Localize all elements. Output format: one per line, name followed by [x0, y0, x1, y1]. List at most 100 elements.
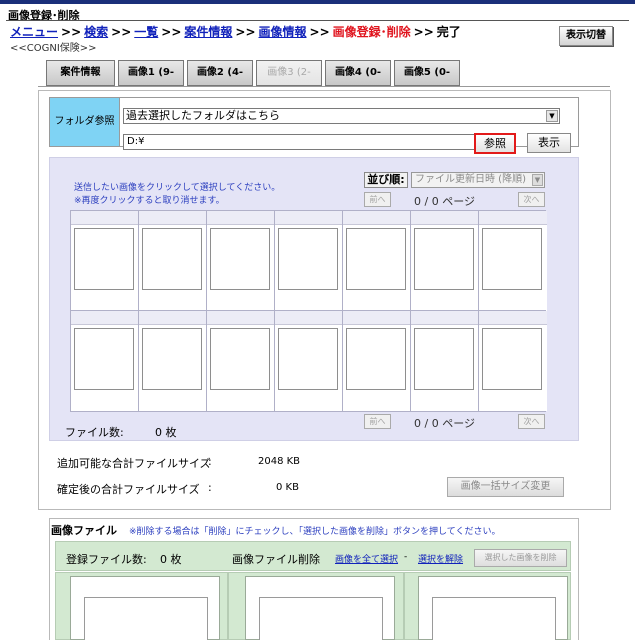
thumbnail-cell[interactable]	[207, 211, 275, 311]
thumbnail-header	[479, 211, 547, 225]
tab-image-4[interactable]: 画像4 (0-0)	[325, 60, 391, 102]
select-hint: 送信したい画像をクリックして選択してください。	[74, 183, 281, 193]
tab-case-info[interactable]: 案件情報	[46, 60, 115, 86]
thumbnail-cell[interactable]	[411, 211, 479, 311]
deselect-link[interactable]: 選択を解除	[418, 552, 463, 565]
registered-file-slot[interactable]	[70, 576, 220, 640]
tab-image-2[interactable]: 画像2 (4-1)	[187, 60, 253, 102]
registered-file-slot[interactable]	[245, 576, 395, 640]
breadcrumb-separator: >>	[61, 25, 82, 39]
registered-file-frame	[432, 597, 556, 640]
next-page-button[interactable]: 次へ	[518, 192, 545, 207]
title-divider	[6, 20, 629, 21]
chevron-down-icon[interactable]: ▼	[532, 174, 543, 186]
thumbnail-frame	[414, 228, 474, 290]
folder-label: フォルダ参照	[50, 98, 120, 146]
addable-size-label: 追加可能な合計ファイルサイズ	[57, 457, 211, 470]
folder-history-select[interactable]: 過去選択したフォルダはこちら ▼	[123, 108, 560, 124]
pager-bottom: 前へ 0 / 0 ページ 次へ	[364, 414, 545, 430]
confirmed-size-label: 確定後の合計ファイルサイズ	[57, 483, 200, 496]
prev-page-button[interactable]: 前へ	[364, 192, 391, 207]
tabs-divider	[38, 86, 610, 87]
breadcrumb-search-link[interactable]: 検索	[84, 25, 108, 39]
thumbnail-frame	[142, 328, 202, 390]
thumbnail-cell[interactable]	[139, 211, 207, 311]
thumbnail-cell[interactable]	[479, 311, 547, 411]
confirmed-size-value: 0 KB	[276, 482, 299, 493]
thumbnail-frame	[278, 328, 338, 390]
addable-size-colon: :	[208, 455, 212, 468]
thumbnail-cell[interactable]	[343, 311, 411, 411]
thumbnail-cell[interactable]	[71, 311, 139, 411]
thumbnail-cell[interactable]	[275, 211, 343, 311]
page-indicator: 0 / 0 ページ	[414, 195, 475, 208]
tab-image-1[interactable]: 画像1 (9-1)	[118, 60, 184, 102]
thumbnail-frame	[142, 228, 202, 290]
breadcrumb-image-info-link[interactable]: 画像情報	[259, 25, 307, 39]
delete-selected-button[interactable]: 選択した画像を削除	[474, 549, 567, 567]
chevron-down-icon[interactable]: ▼	[546, 110, 558, 122]
thumbnail-header	[71, 311, 138, 325]
thumbnail-frame	[346, 328, 406, 390]
thumbnail-cell[interactable]	[71, 211, 139, 311]
page-indicator: 0 / 0 ページ	[414, 417, 475, 430]
thumbnail-cell[interactable]	[207, 311, 275, 411]
thumbnail-header	[207, 311, 274, 325]
thumbnail-frame	[414, 328, 474, 390]
thumbnail-frame	[210, 328, 270, 390]
company-subtitle: <<COGNI保険>>	[10, 43, 97, 54]
thumbnail-cell[interactable]	[343, 211, 411, 311]
next-page-button[interactable]: 次へ	[518, 414, 545, 429]
select-all-link[interactable]: 画像を全て選択	[335, 552, 398, 565]
tab-image-5[interactable]: 画像5 (0-0)	[394, 60, 460, 102]
thumbnail-frame	[482, 328, 542, 390]
show-button[interactable]: 表示	[527, 133, 571, 153]
pager-top: 前へ 0 / 0 ページ 次へ	[364, 192, 545, 208]
file-slot-divider	[403, 572, 405, 640]
image-tabs: 案件情報 画像1 (9-1) 画像2 (4-1) 画像3 (2-0) 画像4 (…	[46, 60, 463, 102]
sort-order-label: 並び順:	[364, 172, 408, 188]
cancel-hint: ※再度クリックすると取り消せます。	[74, 196, 225, 206]
thumbnail-frame	[278, 228, 338, 290]
thumbnail-cell[interactable]	[479, 211, 547, 311]
thumbnail-cell[interactable]	[275, 311, 343, 411]
tab-image-3[interactable]: 画像3 (2-0)	[256, 60, 322, 102]
registered-file-slot[interactable]	[418, 576, 568, 640]
thumbnail-cell[interactable]	[139, 311, 207, 411]
thumbnail-header	[411, 311, 478, 325]
prev-page-button[interactable]: 前へ	[364, 414, 391, 429]
bulk-resize-button[interactable]: 画像一括サイズ変更	[447, 477, 564, 497]
file-slot-divider	[227, 572, 229, 640]
display-toggle-button[interactable]: 表示切替	[559, 26, 613, 46]
thumbnail-header	[139, 311, 206, 325]
thumbnail-frame	[482, 228, 542, 290]
folder-path-input[interactable]: D:¥	[123, 134, 510, 150]
breadcrumb-separator: >>	[111, 25, 132, 39]
thumbnail-header	[411, 211, 478, 225]
delete-instruction-note: ※削除する場合は「削除」にチェックし、「選択した画像を削除」ボタンを押してくださ…	[129, 527, 501, 537]
breadcrumb: メニュー >> 検索 >> 一覧 >> 案件情報 >> 画像情報 >> 画像登録･削除 >> 完了	[10, 23, 461, 40]
file-count-value: 0 枚	[155, 426, 177, 439]
thumbnail-header	[479, 311, 547, 325]
thumbnail-row	[70, 310, 547, 412]
thumbnail-header	[343, 211, 410, 225]
addable-size-value: 2048 KB	[258, 456, 301, 467]
image-files-title: 画像ファイル	[51, 524, 117, 537]
breadcrumb-separator: >>	[413, 25, 434, 39]
file-count-label: ファイル数:	[65, 426, 124, 439]
thumbnail-header	[275, 211, 342, 225]
breadcrumb-separator: >>	[309, 25, 330, 39]
link-separator: -	[404, 552, 408, 562]
breadcrumb-done: 完了	[436, 25, 461, 39]
breadcrumb-case-info-link[interactable]: 案件情報	[184, 25, 232, 39]
thumbnail-frame	[74, 328, 134, 390]
breadcrumb-list-link[interactable]: 一覧	[134, 25, 158, 39]
sort-order-select[interactable]: ファイル更新日時 (降順) ▼	[411, 172, 545, 188]
thumbnail-row	[70, 210, 547, 312]
browse-button[interactable]: 参照	[474, 133, 516, 154]
confirmed-size-colon: :	[208, 481, 212, 494]
breadcrumb-menu-link[interactable]: メニュー	[10, 25, 58, 39]
thumbnail-frame	[210, 228, 270, 290]
thumbnail-cell[interactable]	[411, 311, 479, 411]
registered-count-label: 登録ファイル数:	[66, 553, 147, 566]
